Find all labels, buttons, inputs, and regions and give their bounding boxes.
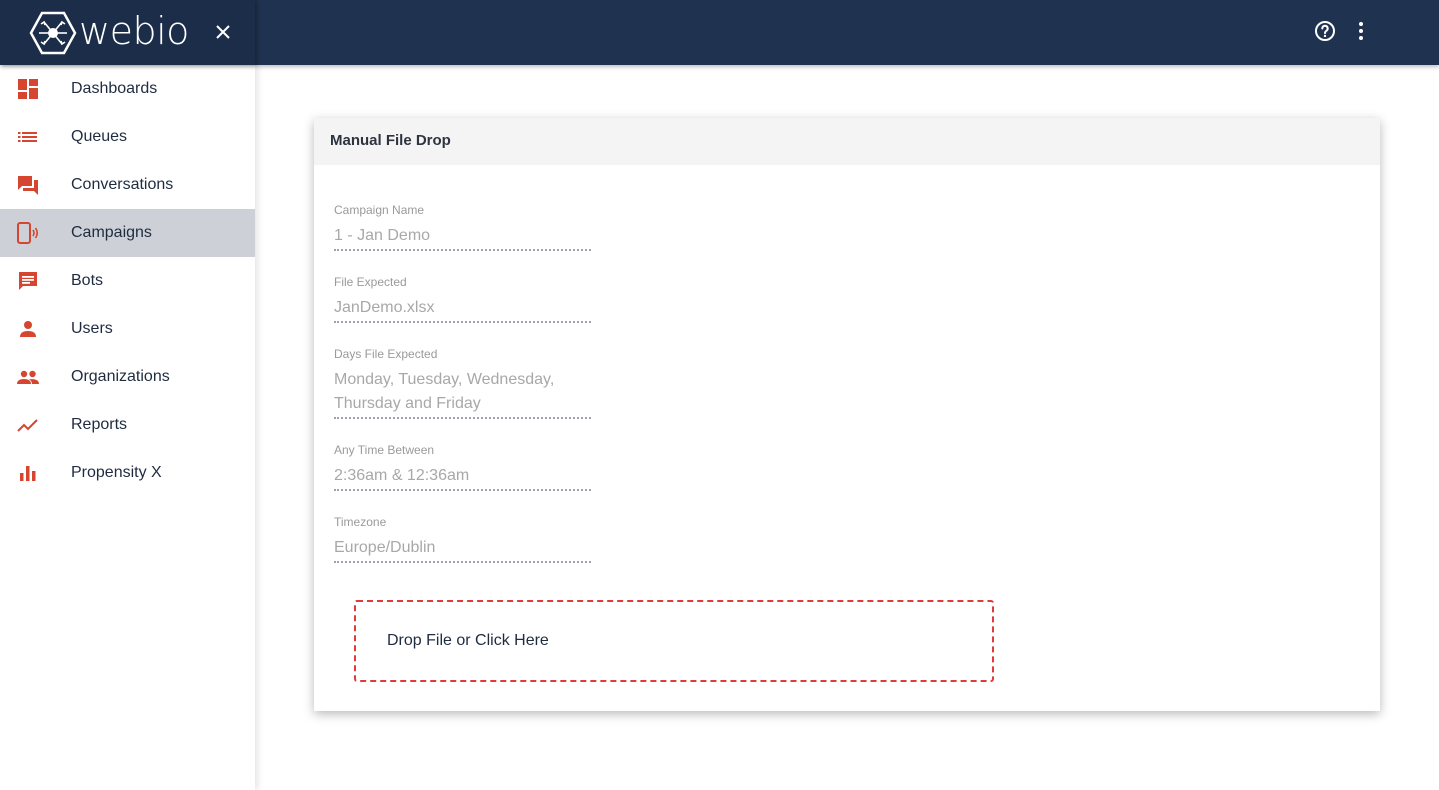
field-value: 2:36am & 12:36am	[334, 467, 470, 484]
forum-icon	[18, 176, 38, 195]
field-value: Monday, Tuesday, Wednesday, Thursday and…	[334, 371, 555, 412]
field-label: File Expected	[334, 275, 407, 289]
card-title: Manual File Drop	[314, 118, 1380, 165]
file-expected-field: File Expected JanDemo.xlsx	[334, 275, 591, 323]
campaign-name-field: Campaign Name 1 - Jan Demo	[334, 203, 591, 251]
sidebar-item-label: Conversations	[71, 176, 174, 193]
sidebar-item-label: Bots	[71, 272, 104, 289]
field-value: Europe/Dublin	[334, 539, 436, 556]
sidebar-item-label: Dashboards	[71, 80, 158, 97]
file-dropzone[interactable]: Drop File or Click Here	[354, 600, 994, 682]
sidebar-item-queues[interactable]: Queues	[0, 113, 255, 161]
field-label: Any Time Between	[334, 443, 435, 457]
sidebar-item-label: Propensity X	[71, 464, 162, 481]
people-icon	[17, 370, 39, 384]
help-circle-icon[interactable]	[1313, 19, 1337, 43]
sidebar-item-label: Organizations	[71, 368, 170, 385]
phone-broadcast-icon	[17, 222, 39, 244]
sidebar-item-conversations[interactable]: Conversations	[0, 161, 255, 209]
field-label: Timezone	[334, 515, 387, 529]
sidebar-item-campaigns[interactable]: Campaigns	[0, 209, 255, 257]
brand-name: webio	[79, 9, 189, 53]
top-app-bar: webio	[0, 0, 1439, 65]
dashboard-icon	[18, 79, 38, 99]
more-vertical-icon[interactable]	[1350, 19, 1372, 43]
timezone-field: Timezone Europe/Dublin	[334, 515, 591, 563]
field-value: JanDemo.xlsx	[334, 299, 435, 316]
sidebar-item-label: Users	[71, 320, 113, 337]
main-content: Manual File Drop Campaign Name 1 - Jan D…	[255, 65, 1439, 790]
sidebar-item-dashboards[interactable]: Dashboards	[0, 65, 255, 113]
time-window-field: Any Time Between 2:36am & 12:36am	[334, 443, 591, 491]
field-label: Campaign Name	[334, 203, 425, 217]
dropzone-label: Drop File or Click Here	[387, 632, 549, 649]
sidebar-item-reports[interactable]: Reports	[0, 401, 255, 449]
sidebar-nav: Dashboards Queues Conversations Campaign…	[0, 65, 255, 790]
trending-line-icon	[17, 419, 38, 432]
sidebar-item-propensity-x[interactable]: Propensity X	[0, 449, 255, 497]
field-value: 1 - Jan Demo	[334, 227, 431, 244]
close-icon[interactable]	[210, 19, 236, 45]
brand-area: webio	[0, 0, 255, 65]
manual-file-drop-card: Manual File Drop Campaign Name 1 - Jan D…	[314, 118, 1380, 711]
days-file-expected-field: Days File Expected Monday, Tuesday, Wedn…	[334, 347, 591, 419]
list-icon	[18, 132, 37, 142]
sidebar-item-organizations[interactable]: Organizations	[0, 353, 255, 401]
sidebar-item-label: Reports	[71, 416, 128, 433]
sidebar-item-label: Campaigns	[71, 224, 152, 241]
person-icon	[20, 321, 36, 337]
sidebar-item-users[interactable]: Users	[0, 305, 255, 353]
chat-message-icon	[19, 272, 37, 290]
field-label: Days File Expected	[334, 347, 438, 361]
sidebar-item-bots[interactable]: Bots	[0, 257, 255, 305]
bar-chart-icon	[20, 466, 36, 481]
webio-logo-icon	[29, 11, 77, 55]
sidebar-item-label: Queues	[71, 128, 128, 145]
